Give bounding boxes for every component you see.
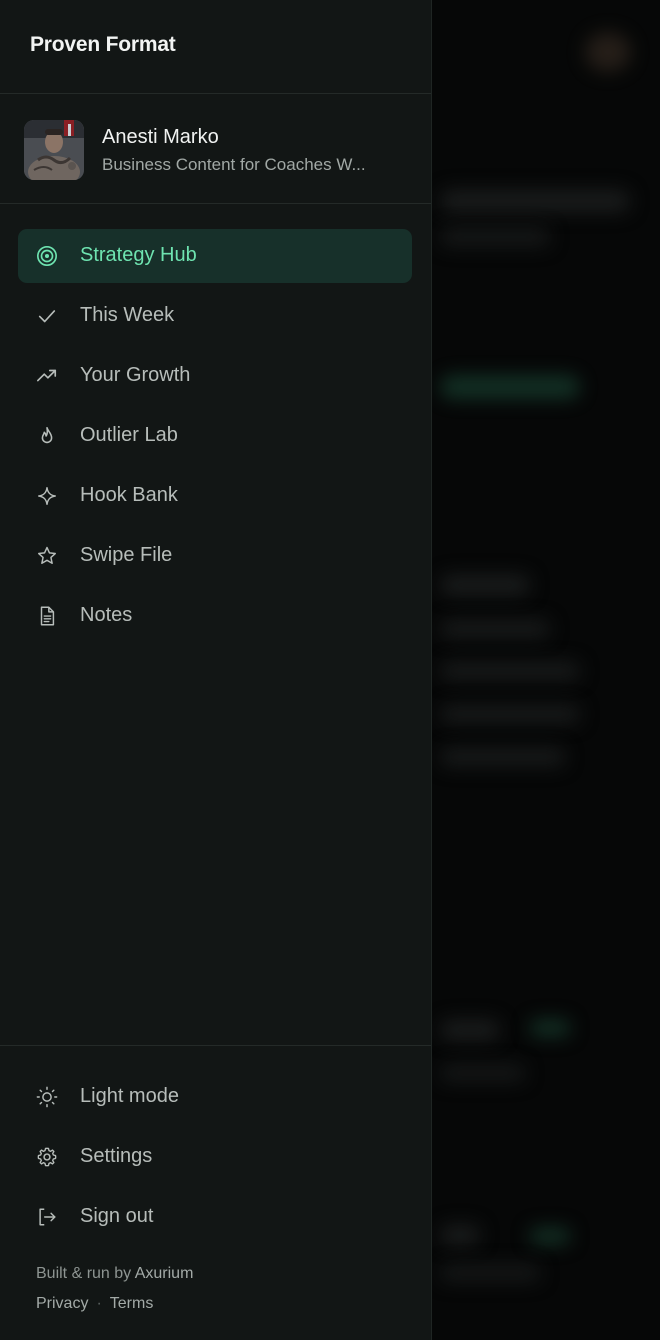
avatar[interactable] bbox=[24, 120, 84, 180]
trending-up-icon bbox=[37, 369, 57, 382]
legal-links: Privacy · Terms bbox=[36, 1295, 153, 1313]
bg-line bbox=[440, 620, 550, 638]
nav-item-this-week[interactable]: This Week bbox=[18, 289, 412, 343]
nav-label: Notes bbox=[80, 604, 133, 626]
star-icon bbox=[38, 546, 56, 564]
nav-label: Outlier Lab bbox=[80, 424, 178, 446]
bg-accent-dot bbox=[530, 1020, 570, 1036]
built-by-credit: Built & run by Axurium bbox=[36, 1265, 193, 1283]
bg-line bbox=[440, 1265, 540, 1281]
bg-accent-dot bbox=[530, 1228, 570, 1244]
bg-line bbox=[440, 1065, 525, 1081]
check-icon bbox=[38, 310, 56, 323]
bg-line bbox=[440, 662, 580, 680]
nav-label: This Week bbox=[80, 304, 175, 326]
nav-item-strategy-hub[interactable]: Strategy Hub bbox=[18, 229, 412, 283]
light-mode-label: Light mode bbox=[80, 1085, 179, 1107]
bg-accent-line bbox=[440, 375, 580, 399]
bg-line bbox=[440, 1020, 500, 1040]
profile-subtitle: Business Content for Coaches W... bbox=[102, 155, 366, 174]
bg-avatar bbox=[585, 32, 631, 72]
app-brand[interactable]: Proven Format bbox=[30, 33, 176, 57]
nav-label: Hook Bank bbox=[80, 484, 178, 506]
profile-name: Anesti Marko bbox=[102, 126, 219, 148]
privacy-link[interactable]: Privacy bbox=[36, 1295, 88, 1312]
sun-icon bbox=[36, 1086, 58, 1108]
nav-item-outlier-lab[interactable]: Outlier Lab bbox=[18, 409, 412, 463]
separator-dot: · bbox=[96, 1295, 102, 1312]
nav-item-notes[interactable]: Notes bbox=[18, 589, 412, 643]
bg-line bbox=[440, 228, 550, 246]
nav-item-your-growth[interactable]: Your Growth bbox=[18, 349, 412, 403]
bg-line bbox=[440, 190, 630, 212]
side-drawer: Proven Format Anesti Marko Business Cont… bbox=[0, 0, 432, 1340]
sparkle-icon bbox=[38, 487, 56, 505]
divider bbox=[0, 1045, 431, 1046]
bg-line bbox=[440, 1225, 480, 1245]
nav-label: Strategy Hub bbox=[80, 244, 197, 266]
nav-label: Your Growth bbox=[80, 364, 191, 386]
bg-line bbox=[440, 705, 580, 723]
settings-link[interactable]: Settings bbox=[18, 1130, 412, 1184]
terms-link[interactable]: Terms bbox=[110, 1295, 154, 1312]
brand-header: Proven Format bbox=[0, 0, 431, 94]
nav-item-swipe-file[interactable]: Swipe File bbox=[18, 529, 412, 583]
gear-icon bbox=[37, 1147, 57, 1167]
nav-item-hook-bank[interactable]: Hook Bank bbox=[18, 469, 412, 523]
bg-line bbox=[440, 748, 565, 766]
sign-out-label: Sign out bbox=[80, 1205, 154, 1227]
light-mode-toggle[interactable]: Light mode bbox=[18, 1070, 412, 1124]
profile-card[interactable]: Anesti Marko Business Content for Coache… bbox=[0, 94, 431, 204]
sign-out-icon bbox=[39, 1208, 56, 1226]
target-icon bbox=[37, 246, 57, 266]
sign-out-button[interactable]: Sign out bbox=[18, 1190, 412, 1244]
flame-icon bbox=[41, 426, 53, 444]
built-by-prefix: Built & run by bbox=[36, 1265, 132, 1282]
axurium-link[interactable]: Axurium bbox=[135, 1265, 194, 1282]
document-icon bbox=[40, 606, 55, 626]
nav-label: Swipe File bbox=[80, 544, 173, 566]
settings-label: Settings bbox=[80, 1145, 153, 1167]
bg-line bbox=[440, 575, 530, 595]
avatar-image bbox=[24, 120, 84, 180]
